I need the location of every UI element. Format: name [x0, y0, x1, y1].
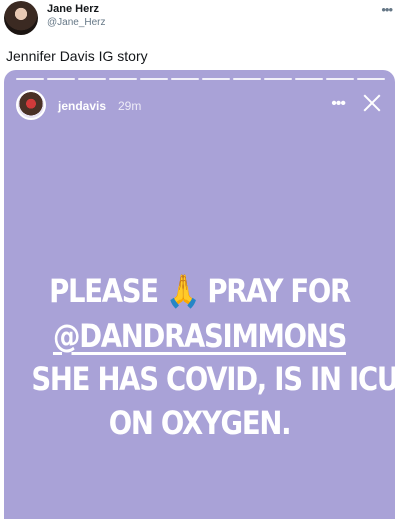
- progress-segment: [202, 78, 230, 80]
- progress-segment: [78, 78, 106, 80]
- story-text-line-3: SHE HAS COVID, IS IN ICU: [31, 360, 395, 398]
- progress-segment: [171, 78, 199, 80]
- story-avatar[interactable]: [16, 90, 46, 120]
- progress-segment: [47, 78, 75, 80]
- story-text-line-4: ON OXYGEN.: [108, 404, 292, 442]
- story-text-pray-for: PRAY FOR: [207, 272, 351, 310]
- progress-segment: [109, 78, 137, 80]
- user-handle[interactable]: @Jane_Herz: [47, 17, 106, 28]
- progress-segment: [326, 78, 354, 80]
- story-username[interactable]: jendavis: [58, 99, 106, 113]
- progress-segment: [295, 78, 323, 80]
- more-dots-icon[interactable]: •••: [381, 2, 393, 17]
- story-time: 29m: [118, 99, 142, 113]
- story-progress-bar: [16, 78, 385, 80]
- tweet-text: Jennifer Davis IG story: [6, 48, 148, 64]
- progress-segment: [233, 78, 261, 80]
- display-name[interactable]: Jane Herz: [47, 3, 99, 15]
- story-text-please: PLEASE: [49, 272, 159, 310]
- progress-segment: [264, 78, 292, 80]
- praying-hands-icon: 🙏: [166, 272, 200, 310]
- progress-segment: [140, 78, 168, 80]
- story-text-line-1: PLEASE 🙏 PRAY FOR: [31, 272, 367, 310]
- more-dots-icon[interactable]: •••: [331, 95, 346, 113]
- close-icon[interactable]: [361, 92, 383, 114]
- tweet-header: Jane Herz @Jane_Herz •••: [0, 0, 400, 40]
- progress-segment: [357, 78, 385, 80]
- ig-story-image[interactable]: jendavis 29m ••• PLEASE 🙏 PRAY FOR @DAND…: [4, 70, 395, 519]
- avatar[interactable]: [4, 1, 38, 35]
- story-text-line-2: @DANDRASIMMONS: [31, 317, 367, 355]
- story-mention[interactable]: @DANDRASIMMONS: [53, 317, 347, 355]
- progress-segment: [16, 78, 44, 80]
